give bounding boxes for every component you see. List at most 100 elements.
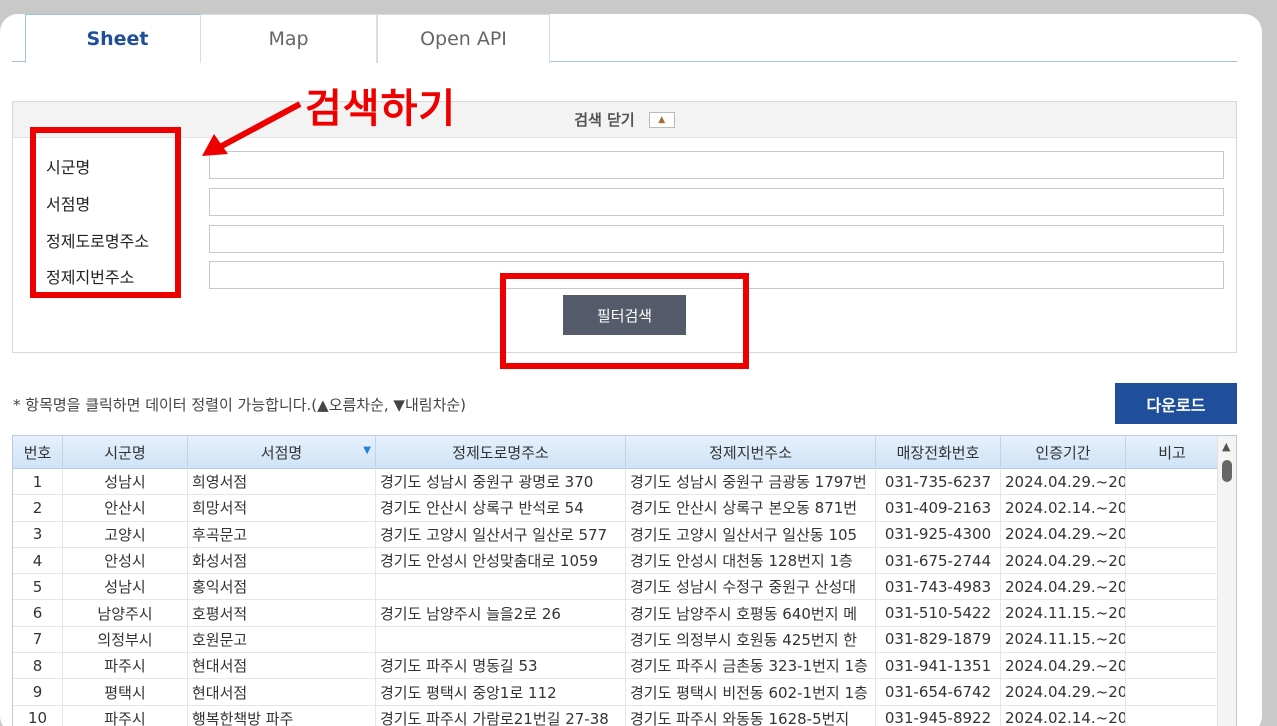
- table-row[interactable]: 7 의정부시 호원문고 경기도 의정부시 호원동 425번지 한 031-829-187…: [13, 626, 1219, 654]
- cell-phone: 031-829-1879: [876, 626, 1001, 653]
- cell-period: 2024.04.29.~20: [1001, 653, 1126, 679]
- col-header-no[interactable]: 번호: [13, 436, 63, 469]
- cell-remarks: [1126, 653, 1219, 679]
- cell-no: 5: [13, 574, 63, 600]
- cell-period: 2024.04.29.~20: [1001, 521, 1126, 547]
- col-header-phone[interactable]: 매장전화번호: [876, 436, 1001, 469]
- cell-store: 화성서점: [188, 547, 376, 574]
- cell-road-address: 경기도 고양시 일산서구 일산로 577: [376, 521, 626, 547]
- table-row[interactable]: 3 고양시 후곡문고 경기도 고양시 일산서구 일산로 577 경기도 고양시 일산서구…: [13, 521, 1219, 548]
- search-close-label: 검색 닫기: [574, 111, 635, 129]
- cell-road-address: 경기도 남양주시 늘을2로 26: [376, 600, 626, 626]
- tab-map[interactable]: Map: [200, 14, 377, 63]
- col-header-remarks[interactable]: 비고: [1126, 436, 1219, 469]
- download-button[interactable]: 다운로드: [1115, 383, 1237, 424]
- cell-remarks: [1126, 705, 1219, 726]
- table-row[interactable]: 5 성남시 홍익서점 경기도 성남시 수정구 중원구 산성대 031-743-4983 2…: [13, 574, 1219, 601]
- cell-city: 성남시: [63, 574, 188, 600]
- road-address-input[interactable]: [209, 225, 1224, 253]
- cell-remarks: [1126, 495, 1219, 521]
- cell-no: 10: [13, 705, 63, 726]
- cell-city: 남양주시: [63, 600, 188, 626]
- cell-city: 파주시: [63, 705, 188, 726]
- cell-store: 홍익서점: [188, 574, 376, 600]
- cell-period: 2024.04.29.~20: [1001, 469, 1126, 495]
- vertical-scrollbar[interactable]: ▲: [1217, 436, 1236, 726]
- cell-phone: 031-510-5422: [876, 600, 1001, 626]
- cell-no: 3: [13, 521, 63, 547]
- cell-store: 후곡문고: [188, 521, 376, 547]
- col-header-period[interactable]: 인증기간: [1001, 436, 1126, 469]
- main-card: Sheet Map Open API 검색 닫기 ▲ 시군명 서점명 정제도로명…: [0, 14, 1262, 726]
- col-header-road-address[interactable]: 정제도로명주소: [376, 436, 626, 469]
- cell-period: 2024.04.29.~20: [1001, 679, 1126, 705]
- grid-header: 번호 시군명 서점명 ▼ 정제도로명주소 정제지번주소 매장전화번호 인증기간 …: [13, 436, 1219, 469]
- table-row[interactable]: 9 평택시 현대서점 경기도 평택시 중앙1로 112 경기도 평택시 비전동 602-…: [13, 679, 1219, 706]
- cell-lot-address: 경기도 안산시 상록구 본오동 871번: [626, 495, 876, 521]
- table-row[interactable]: 1 성남시 희영서점 경기도 성남시 중원구 광명로 370 경기도 성남시 중원구 금…: [13, 469, 1219, 496]
- cell-phone: 031-945-8922: [876, 705, 1001, 726]
- col-header-city[interactable]: 시군명: [63, 436, 188, 469]
- annotation-label: 검색하기: [305, 86, 457, 132]
- annotation-arrow-icon: [202, 101, 302, 156]
- cell-city: 의정부시: [63, 626, 188, 653]
- table-row[interactable]: 2 안산시 희망서적 경기도 안산시 상록구 반석로 54 경기도 안산시 상록구 본오…: [13, 495, 1219, 522]
- cell-city: 성남시: [63, 469, 188, 495]
- cell-lot-address: 경기도 안성시 대천동 128번지 1층: [626, 547, 876, 574]
- cell-lot-address: 경기도 성남시 중원구 금광동 1797번: [626, 469, 876, 495]
- cell-city: 안산시: [63, 495, 188, 521]
- cell-period: 2024.04.29.~20: [1001, 574, 1126, 600]
- cell-period: 2024.11.15.~20: [1001, 626, 1126, 653]
- table-row[interactable]: 10 파주시 행복한책방 파주 경기도 파주시 가람로21번길 27-38 경기도 파주…: [13, 705, 1219, 726]
- cell-city: 안성시: [63, 547, 188, 574]
- city-input[interactable]: [209, 151, 1224, 179]
- cell-remarks: [1126, 469, 1219, 495]
- cell-lot-address: 경기도 파주시 금촌동 323-1번지 1층: [626, 653, 876, 679]
- annotation-box-filter: [500, 273, 749, 369]
- cell-lot-address: 경기도 파주시 와동동 1628-5번지: [626, 705, 876, 726]
- cell-road-address: 경기도 파주시 명동길 53: [376, 653, 626, 679]
- cell-no: 4: [13, 547, 63, 574]
- cell-phone: 031-409-2163: [876, 495, 1001, 521]
- col-header-lot-address[interactable]: 정제지번주소: [626, 436, 876, 469]
- scroll-thumb[interactable]: [1222, 460, 1232, 482]
- cell-store: 현대서점: [188, 653, 376, 679]
- cell-city: 평택시: [63, 679, 188, 705]
- scroll-up-icon[interactable]: ▲: [1222, 440, 1230, 453]
- cell-road-address: [376, 626, 626, 653]
- cell-remarks: [1126, 574, 1219, 600]
- cell-phone: 031-735-6237: [876, 469, 1001, 495]
- table-row[interactable]: 4 안성시 화성서점 경기도 안성시 안성맞춤대로 1059 경기도 안성시 대천동 1…: [13, 547, 1219, 575]
- cell-store: 현대서점: [188, 679, 376, 705]
- cell-store: 호원문고: [188, 626, 376, 653]
- cell-phone: 031-675-2744: [876, 547, 1001, 574]
- cell-road-address: 경기도 안산시 상록구 반석로 54: [376, 495, 626, 521]
- tab-open-api[interactable]: Open API: [377, 14, 550, 63]
- cell-phone: 031-925-4300: [876, 521, 1001, 547]
- cell-period: 2024.02.14.~20: [1001, 495, 1126, 521]
- cell-store: 희영서점: [188, 469, 376, 495]
- cell-store: 희망서적: [188, 495, 376, 521]
- table-row[interactable]: 8 파주시 현대서점 경기도 파주시 명동길 53 경기도 파주시 금촌동 323-1번…: [13, 653, 1219, 680]
- cell-store: 행복한책방 파주: [188, 705, 376, 726]
- cell-lot-address: 경기도 남양주시 호평동 640번지 메: [626, 600, 876, 626]
- store-name-input[interactable]: [209, 188, 1224, 216]
- cell-lot-address: 경기도 고양시 일산서구 일산동 105: [626, 521, 876, 547]
- grid-body: 1 성남시 희영서점 경기도 성남시 중원구 광명로 370 경기도 성남시 중원구 금…: [13, 469, 1219, 726]
- cell-no: 8: [13, 653, 63, 679]
- cell-period: 2024.04.29.~20: [1001, 547, 1126, 574]
- tab-sheet[interactable]: Sheet: [25, 14, 210, 63]
- cell-road-address: 경기도 성남시 중원구 광명로 370: [376, 469, 626, 495]
- annotation-box-fields: [30, 127, 181, 298]
- cell-period: 2024.02.14.~20: [1001, 705, 1126, 726]
- col-header-store[interactable]: 서점명 ▼: [188, 436, 376, 469]
- cell-phone: 031-941-1351: [876, 653, 1001, 679]
- cell-road-address: [376, 574, 626, 600]
- table-row[interactable]: 6 남양주시 호평서적 경기도 남양주시 늘을2로 26 경기도 남양주시 호평동 64…: [13, 600, 1219, 627]
- cell-remarks: [1126, 626, 1219, 653]
- cell-no: 7: [13, 626, 63, 653]
- collapse-toggle-icon[interactable]: ▲: [648, 111, 675, 128]
- cell-city: 파주시: [63, 653, 188, 679]
- sort-hint-note: * 항목명을 클릭하면 데이터 정렬이 가능합니다.(▲오름차순, ▼내림차순): [13, 396, 467, 414]
- cell-period: 2024.11.15.~20: [1001, 600, 1126, 626]
